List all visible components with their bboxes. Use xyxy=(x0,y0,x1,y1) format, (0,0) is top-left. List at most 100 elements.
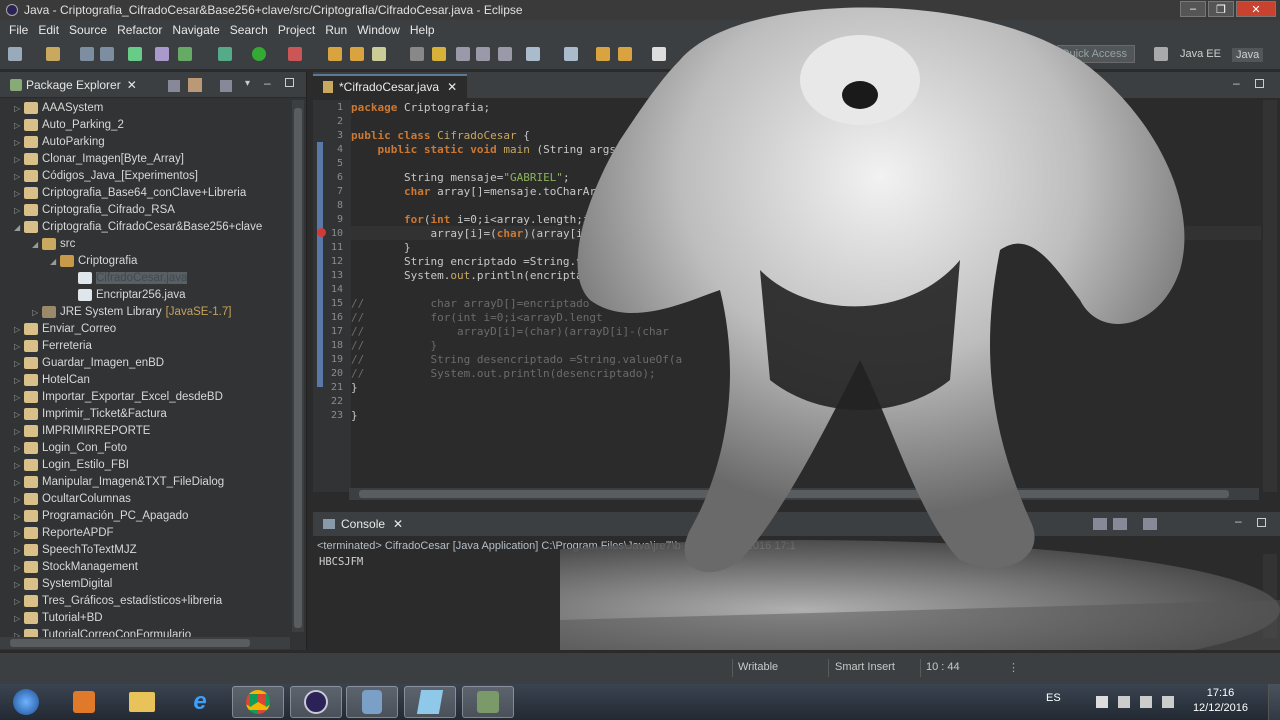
taskbar-explorer[interactable] xyxy=(116,686,168,718)
tree-item[interactable]: ▷ SpeechToTextMJZ xyxy=(0,542,290,559)
menu-project[interactable]: Project xyxy=(273,23,320,37)
chevron-down-icon[interactable]: ▾ xyxy=(245,78,250,89)
chevron-right-icon[interactable]: ▷ xyxy=(14,151,24,168)
chevron-right-icon[interactable]: ▷ xyxy=(14,321,24,338)
format-icon[interactable] xyxy=(498,47,512,61)
chevron-right-icon[interactable]: ▷ xyxy=(14,525,24,542)
taskbar-database[interactable] xyxy=(346,686,398,718)
new-folder-icon[interactable] xyxy=(328,47,342,61)
language-indicator[interactable]: ES xyxy=(1046,692,1061,704)
status-insert-mode[interactable]: Smart Insert xyxy=(835,661,895,673)
step-icon[interactable] xyxy=(218,47,232,61)
run-icon[interactable] xyxy=(252,47,266,61)
perspective-java[interactable]: Java xyxy=(1232,48,1264,62)
display-console-icon[interactable] xyxy=(1113,518,1127,530)
forward-icon[interactable] xyxy=(652,47,666,61)
pencil-icon[interactable] xyxy=(372,47,386,61)
menu-file[interactable]: File xyxy=(4,23,33,37)
save-all-icon[interactable] xyxy=(100,47,114,61)
code-line[interactable]: 4 public static void main (String args[]… xyxy=(313,143,1258,157)
tree-item[interactable]: ▷ Criptografia_Base64_conClave+Libreria xyxy=(0,185,290,202)
console-tab[interactable]: Console ✕ xyxy=(313,517,413,531)
tree-item[interactable]: ▷ Imprimir_Ticket&Factura xyxy=(0,406,290,423)
code-line[interactable]: 23} xyxy=(313,409,1258,423)
maximize-panel-icon[interactable] xyxy=(285,78,294,87)
tree-item[interactable]: ▷ HotelCan xyxy=(0,372,290,389)
close-console-icon[interactable]: ✕ xyxy=(393,517,403,531)
menu-navigate[interactable]: Navigate xyxy=(167,23,224,37)
tree-vertical-scrollbar[interactable] xyxy=(292,100,304,632)
chevron-right-icon[interactable]: ▷ xyxy=(14,406,24,423)
code-line[interactable]: 6 String mensaje="GABRIEL"; xyxy=(313,171,1258,185)
tree-item[interactable]: CifradoCesar.java xyxy=(0,270,290,287)
code-line[interactable]: 19 // String desencriptado =String.valueO… xyxy=(313,353,1258,367)
tree-item[interactable]: ▷ Tutorial+BD xyxy=(0,610,290,627)
annotation-icon[interactable] xyxy=(526,47,540,61)
open-type-icon[interactable] xyxy=(350,47,364,61)
tree-item[interactable]: ▷ StockManagement xyxy=(0,559,290,576)
chevron-right-icon[interactable]: ▷ xyxy=(14,355,24,372)
chevron-right-icon[interactable]: ▷ xyxy=(14,474,24,491)
code-area[interactable]: 1 package Criptografia; 2 3 public class Cif… xyxy=(313,100,1263,490)
code-line[interactable]: 9 for(int i=0;i<array.length;i++) xyxy=(313,213,1258,227)
chevron-right-icon[interactable]: ▷ xyxy=(14,508,24,525)
chevron-right-icon[interactable]: ▷ xyxy=(32,304,42,321)
close-window-button[interactable]: ✕ xyxy=(1236,1,1276,17)
show-desktop-button[interactable] xyxy=(1268,684,1280,720)
chevron-right-icon[interactable]: ▷ xyxy=(14,423,24,440)
chevron-right-icon[interactable]: ▷ xyxy=(14,389,24,406)
view-menu-icon[interactable] xyxy=(220,80,232,92)
menu-edit[interactable]: Edit xyxy=(33,23,64,37)
tree-item[interactable]: ▷ Clonar_Imagen[Byte_Array] xyxy=(0,151,290,168)
code-line[interactable]: 3 public class CifradoCesar { xyxy=(313,129,1258,143)
tree-item[interactable]: ▷ AAASystem xyxy=(0,100,290,117)
system-clock[interactable]: 17:16 12/12/2016 xyxy=(1193,686,1248,716)
chevron-right-icon[interactable]: ▷ xyxy=(14,185,24,202)
open-icon[interactable] xyxy=(46,47,60,61)
code-line[interactable]: 18 // } xyxy=(313,339,1258,353)
open-console-icon[interactable] xyxy=(1143,518,1157,530)
code-line[interactable]: 21} xyxy=(313,381,1258,395)
tree-item[interactable]: Encriptar256.java xyxy=(0,287,290,304)
chevron-right-icon[interactable]: ▷ xyxy=(14,168,24,185)
tree-item[interactable]: ▷ Ferreteria xyxy=(0,338,290,355)
tree-item[interactable]: ◢ src xyxy=(0,236,290,253)
code-line[interactable]: 11 } xyxy=(313,241,1258,255)
code-line[interactable]: 1 package Criptografia; xyxy=(313,101,1258,115)
chevron-right-icon[interactable]: ▷ xyxy=(14,100,24,117)
minimize-panel-icon[interactable]: – xyxy=(264,76,271,90)
taskbar-chrome[interactable] xyxy=(232,686,284,718)
terminate-icon[interactable] xyxy=(975,518,985,528)
chevron-right-icon[interactable]: ▷ xyxy=(14,576,24,593)
code-line[interactable]: 8 xyxy=(313,199,1258,213)
minimize-button[interactable]: – xyxy=(1180,1,1206,17)
chevron-right-icon[interactable]: ▷ xyxy=(14,338,24,355)
tree-horizontal-scrollbar[interactable] xyxy=(0,637,290,649)
chevron-down-icon[interactable]: ◢ xyxy=(32,236,42,253)
tree-item[interactable]: ▷ Códigos_Java_[Experimentos] xyxy=(0,168,290,185)
refresh-icon[interactable] xyxy=(178,47,192,61)
new-icon[interactable] xyxy=(8,47,22,61)
minimize-console-icon[interactable]: – xyxy=(1235,514,1242,528)
chevron-right-icon[interactable]: ▷ xyxy=(14,372,24,389)
perspective-java-ee[interactable]: Java EE xyxy=(1180,48,1221,60)
block-icon[interactable] xyxy=(456,47,470,61)
tree-item[interactable]: ▷ Login_Con_Foto xyxy=(0,440,290,457)
tree-item[interactable]: ▷ OcultarColumnas xyxy=(0,491,290,508)
chevron-right-icon[interactable]: ▷ xyxy=(14,202,24,219)
start-button[interactable] xyxy=(2,686,50,718)
code-line[interactable]: 5 xyxy=(313,157,1258,171)
tree-item[interactable]: ▷ AutoParking xyxy=(0,134,290,151)
tree-item[interactable]: ▷ Criptografia_Cifrado_RSA xyxy=(0,202,290,219)
collapse-all-icon[interactable] xyxy=(168,80,180,92)
tree-item[interactable]: ▷ Auto_Parking_2 xyxy=(0,117,290,134)
menu-help[interactable]: Help xyxy=(405,23,440,37)
chevron-right-icon[interactable]: ▷ xyxy=(14,491,24,508)
chevron-right-icon[interactable]: ▷ xyxy=(14,457,24,474)
editor-horizontal-scrollbar[interactable] xyxy=(349,488,1259,500)
chevron-down-icon[interactable]: ◢ xyxy=(50,253,60,270)
taskbar-internet-explorer[interactable]: e xyxy=(174,686,226,718)
menu-search[interactable]: Search xyxy=(225,23,273,37)
taskbar-tool[interactable] xyxy=(462,686,514,718)
status-drag-handle-icon[interactable]: ⋮ xyxy=(1008,661,1019,674)
